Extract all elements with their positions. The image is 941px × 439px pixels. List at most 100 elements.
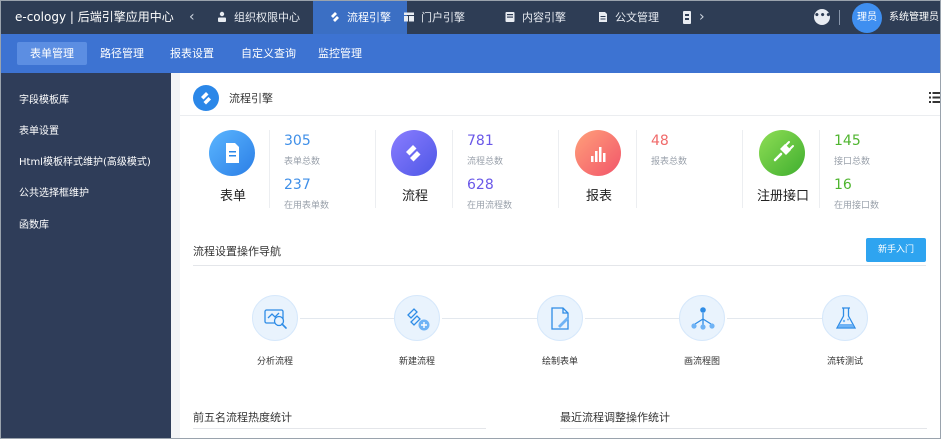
more-tabs-icon[interactable] — [683, 11, 691, 24]
chat-icon[interactable]: ••• — [814, 9, 831, 25]
stat-value: 628 — [467, 177, 494, 193]
stat-label: 在用接口数 — [834, 201, 880, 211]
recent-adjustment-title: 最近流程调整操作统计 — [560, 411, 670, 424]
step-connector — [442, 318, 538, 319]
workflow-icon — [406, 145, 421, 162]
step-flow-test[interactable] — [822, 295, 868, 341]
panel-header: 流程引擎 — [180, 81, 941, 116]
stat-name-report: 报表 — [586, 189, 613, 204]
top-tab-workflow[interactable]: 流程引擎 — [313, 1, 407, 34]
step-analyze[interactable] — [252, 295, 298, 341]
workflow-icon — [331, 12, 339, 22]
flask-icon — [835, 307, 857, 329]
main-panel: 流程引擎 表单 305 表单总数 237 在用表单数 流程 781 流程总数 6… — [180, 73, 941, 438]
divider — [452, 130, 453, 208]
step-draw-form[interactable] — [537, 295, 583, 341]
beginner-guide-button[interactable]: 新手入门 — [866, 238, 926, 262]
top-tab-label: 内容引擎 — [522, 11, 566, 24]
divider — [558, 130, 559, 208]
step-label: 流转测试 — [827, 357, 864, 367]
top-bar: e-cology | 后端引擎应用中心 ‹ 组织权限中心 流程引擎 门户引擎 内… — [1, 1, 940, 34]
section-divider — [560, 428, 927, 429]
stat-value: 16 — [834, 177, 852, 193]
interface-stat-icon — [759, 130, 805, 176]
document-icon — [599, 12, 607, 22]
top-tab-label: 门户引擎 — [421, 11, 465, 24]
step-label: 绘制表单 — [542, 357, 579, 367]
step-label: 画流程图 — [684, 357, 721, 367]
portal-icon — [404, 12, 414, 22]
stat-label: 表单总数 — [284, 157, 321, 167]
step-label: 分析流程 — [257, 357, 294, 367]
step-connector — [727, 318, 822, 319]
divider — [819, 130, 820, 208]
workflow-logo-icon — [193, 85, 219, 111]
workflow-stat-icon — [391, 130, 437, 176]
stat-value: 48 — [651, 133, 669, 149]
stat-label: 在用表单数 — [284, 201, 330, 211]
plug-icon — [773, 141, 794, 162]
stat-value: 145 — [834, 133, 861, 149]
sub-nav: 表单管理 路径管理 报表设置 自定义查询 监控管理 — [1, 34, 940, 73]
top5-workflow-heat-title: 前五名流程热度统计 — [193, 411, 292, 424]
username[interactable]: 系统管理员 — [889, 1, 939, 34]
sidebar-item-form-settings[interactable]: 表单设置 — [19, 122, 59, 137]
section-divider — [193, 428, 486, 429]
stat-name-interface: 注册接口 — [757, 189, 810, 204]
content-icon — [505, 12, 515, 22]
step-connector — [585, 318, 680, 319]
top-tab-portal[interactable]: 门户引擎 — [403, 1, 465, 34]
stat-value: 781 — [467, 133, 494, 149]
stat-value: 237 — [284, 177, 311, 193]
divider — [636, 130, 637, 208]
form-doc-icon — [226, 143, 239, 163]
sidebar-item-field-template[interactable]: 字段模板库 — [19, 91, 69, 106]
draw-form-icon — [551, 307, 569, 330]
top-tab-label: 公文管理 — [615, 11, 659, 24]
sub-tab-path-management[interactable]: 路径管理 — [100, 34, 144, 73]
step-connector — [300, 318, 395, 319]
list-menu-icon[interactable] — [929, 92, 941, 103]
analyze-icon — [264, 309, 287, 329]
section-divider — [193, 265, 926, 266]
sub-tab-monitor-management[interactable]: 监控管理 — [318, 34, 362, 73]
sub-tab-custom-query[interactable]: 自定义查询 — [241, 34, 296, 73]
step-flowchart[interactable] — [679, 295, 725, 341]
stat-name-form: 表单 — [220, 189, 247, 204]
app-title: e-cology | 后端引擎应用中心 — [15, 10, 174, 24]
stat-label: 接口总数 — [834, 157, 871, 167]
prev-arrow-icon[interactable]: ‹ — [189, 1, 195, 34]
sidebar-item-html-template[interactable]: Html模板样式维护(高级模式) — [19, 153, 151, 168]
page-title: 流程引擎 — [229, 92, 273, 105]
app-window: e-cology | 后端引擎应用中心 ‹ 组织权限中心 流程引擎 门户引擎 内… — [0, 0, 941, 439]
guide-section-title: 流程设置操作导航 — [193, 245, 281, 258]
sidebar-item-public-selector[interactable]: 公共选择框维护 — [19, 184, 89, 199]
report-stat-icon — [575, 130, 621, 176]
top-tab-label: 流程引擎 — [347, 11, 391, 24]
sub-tab-report-settings[interactable]: 报表设置 — [170, 34, 214, 73]
divider — [742, 130, 743, 208]
top-tab-label: 组织权限中心 — [234, 11, 300, 24]
stat-label: 流程总数 — [467, 157, 504, 167]
stat-name-workflow: 流程 — [402, 189, 429, 204]
stat-label: 报表总数 — [651, 157, 688, 167]
sidebar-item-function-library[interactable]: 函数库 — [19, 216, 49, 231]
stat-value: 305 — [284, 133, 311, 149]
divider — [839, 10, 840, 25]
top-tab-document[interactable]: 公文管理 — [597, 1, 659, 34]
new-workflow-icon — [407, 308, 430, 331]
next-arrow-icon[interactable]: › — [699, 1, 705, 34]
org-icon — [218, 11, 226, 22]
flowchart-icon — [691, 307, 715, 330]
divider — [269, 130, 270, 208]
step-new-workflow[interactable] — [394, 295, 440, 341]
sidebar: 字段模板库 表单设置 Html模板样式维护(高级模式) 公共选择框维护 函数库 — [1, 73, 171, 438]
bar-chart-icon — [591, 147, 606, 162]
step-label: 新建流程 — [399, 357, 436, 367]
avatar[interactable]: 理员 — [852, 3, 882, 33]
top-tab-content[interactable]: 内容引擎 — [504, 1, 566, 34]
sub-tab-form-management[interactable]: 表单管理 — [17, 42, 87, 65]
top-tab-org[interactable]: 组织权限中心 — [216, 1, 300, 34]
form-stat-icon — [209, 130, 255, 176]
divider — [375, 130, 376, 208]
